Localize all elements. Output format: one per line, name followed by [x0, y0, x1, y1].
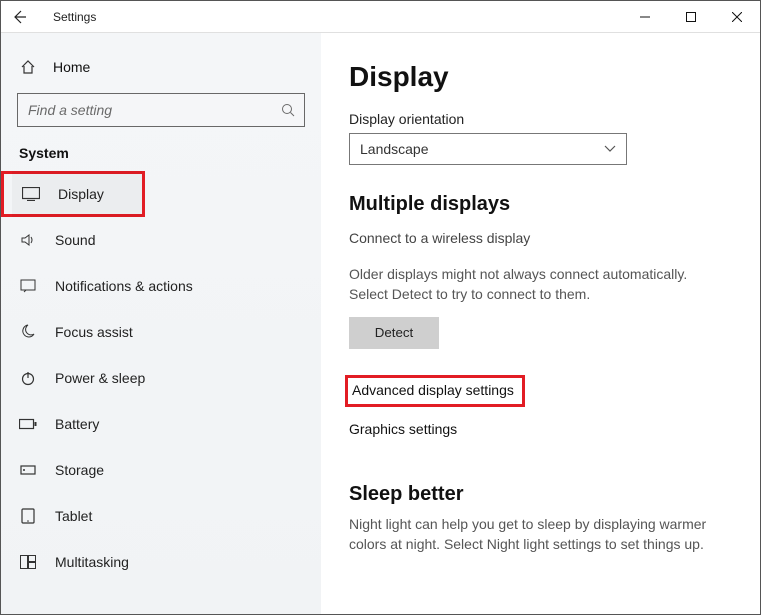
highlight-advanced: Advanced display settings	[345, 375, 525, 407]
sidebar-item-power-sleep[interactable]: Power & sleep	[9, 355, 313, 401]
sleep-help-text: Night light can help you get to sleep by…	[349, 514, 729, 555]
battery-icon	[19, 418, 37, 430]
sidebar-item-multitasking[interactable]: Multitasking	[9, 539, 313, 585]
sidebar-item-label: Storage	[55, 462, 104, 478]
focus-assist-icon	[19, 324, 37, 340]
minimize-button[interactable]	[622, 1, 668, 33]
sidebar: Home System Display	[1, 33, 321, 614]
sidebar-item-notifications[interactable]: Notifications & actions	[9, 263, 313, 309]
sleep-better-heading: Sleep better	[349, 483, 736, 506]
titlebar: Settings	[1, 1, 760, 33]
orientation-select[interactable]: Landscape	[349, 133, 627, 165]
settings-window: Settings Home	[0, 0, 761, 615]
sidebar-item-sound[interactable]: Sound	[9, 217, 313, 263]
multiple-displays-heading: Multiple displays	[349, 193, 736, 216]
sidebar-nav: Display Sound Notifications & actions	[9, 171, 313, 585]
home-label: Home	[53, 59, 90, 75]
sidebar-item-label: Focus assist	[55, 324, 133, 340]
sidebar-item-label: Power & sleep	[55, 370, 145, 386]
graphics-settings-link[interactable]: Graphics settings	[349, 417, 463, 443]
maximize-button[interactable]	[668, 1, 714, 33]
home-icon	[19, 59, 37, 75]
display-icon	[22, 187, 40, 201]
search-wrap	[17, 93, 305, 127]
minimize-icon	[640, 12, 650, 22]
sidebar-item-label: Tablet	[55, 508, 92, 524]
maximize-icon	[686, 12, 696, 22]
sidebar-item-tablet[interactable]: Tablet	[9, 493, 313, 539]
chevron-down-icon	[604, 145, 616, 153]
sidebar-item-battery[interactable]: Battery	[9, 401, 313, 447]
back-button[interactable]	[11, 9, 41, 25]
multitasking-icon	[19, 555, 37, 569]
power-icon	[19, 370, 37, 386]
sidebar-item-label: Notifications & actions	[55, 278, 193, 294]
sidebar-group-title: System	[9, 145, 313, 171]
home-button[interactable]: Home	[9, 51, 313, 93]
close-icon	[732, 12, 742, 22]
detect-help-text: Older displays might not always connect …	[349, 264, 729, 305]
highlight-display: Display	[1, 171, 145, 217]
arrow-left-icon	[11, 9, 27, 25]
search-input[interactable]	[17, 93, 305, 127]
detect-button[interactable]: Detect	[349, 317, 439, 349]
orientation-value: Landscape	[360, 141, 429, 157]
sound-icon	[19, 232, 37, 248]
close-button[interactable]	[714, 1, 760, 33]
wireless-display-link[interactable]: Connect to a wireless display	[349, 230, 736, 246]
search-icon	[281, 103, 295, 117]
sidebar-item-display[interactable]: Display	[12, 171, 142, 217]
page-title: Display	[349, 61, 736, 93]
content-area: Display Display orientation Landscape Mu…	[321, 33, 760, 614]
sidebar-item-label: Display	[58, 186, 104, 202]
notifications-icon	[19, 278, 37, 294]
sidebar-item-focus-assist[interactable]: Focus assist	[9, 309, 313, 355]
sidebar-item-storage[interactable]: Storage	[9, 447, 313, 493]
window-title: Settings	[53, 10, 96, 24]
sidebar-item-label: Sound	[55, 232, 95, 248]
orientation-label: Display orientation	[349, 111, 736, 127]
advanced-display-settings-link[interactable]: Advanced display settings	[352, 382, 514, 398]
storage-icon	[19, 462, 37, 478]
sidebar-item-label: Multitasking	[55, 554, 129, 570]
sidebar-item-label: Battery	[55, 416, 99, 432]
tablet-icon	[19, 508, 37, 524]
